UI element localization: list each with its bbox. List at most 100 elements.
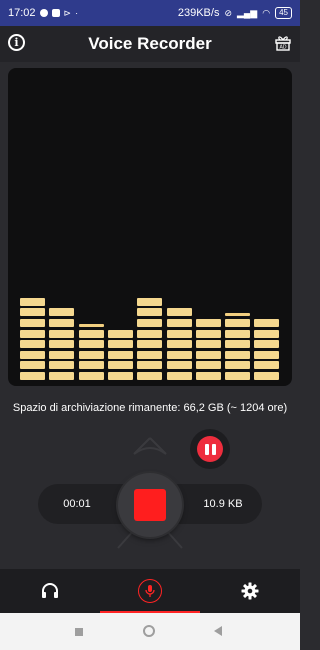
- nav-item-settings[interactable]: [200, 569, 300, 613]
- level-segment: [166, 319, 192, 327]
- level-segment: [49, 340, 75, 349]
- level-segment: [20, 361, 45, 370]
- level-segment: [137, 329, 163, 338]
- level-segment: [20, 319, 45, 327]
- level-column: [195, 280, 221, 380]
- battery-icon: 45: [275, 7, 292, 19]
- nav-item-record[interactable]: [100, 569, 200, 613]
- level-segment: [195, 340, 221, 349]
- storage-remaining-text: Spazio di archiviazione rimanente: 66,2 …: [12, 402, 288, 414]
- level-segment: [49, 308, 75, 317]
- notification-dot-icon: [39, 9, 48, 17]
- stop-square-icon: [134, 489, 166, 521]
- elapsed-time: 00:01: [63, 498, 91, 510]
- level-segment: [166, 340, 192, 349]
- recents-icon[interactable]: [75, 628, 83, 636]
- level-column: [137, 280, 163, 380]
- level-segment: [49, 329, 75, 338]
- level-segment: [137, 308, 163, 317]
- level-segment: [20, 372, 45, 380]
- file-size: 10.9 KB: [203, 498, 243, 510]
- level-column: [107, 280, 133, 380]
- level-segment: [107, 340, 133, 349]
- level-segment: [20, 308, 45, 317]
- alarm-off-icon: ⊘: [224, 7, 232, 18]
- level-segment: [20, 350, 45, 359]
- signal-icon: ▂▄▆: [237, 7, 258, 18]
- notification-app-icon: [51, 9, 60, 17]
- peak-marker: [78, 324, 104, 327]
- level-segment: [166, 350, 192, 359]
- level-segment: [107, 329, 133, 338]
- level-segment: [137, 340, 163, 349]
- level-segment: [78, 350, 104, 359]
- back-icon[interactable]: [214, 626, 222, 636]
- bottom-navigation: [0, 569, 300, 613]
- level-segment: [49, 350, 75, 359]
- level-segment: [107, 350, 133, 359]
- level-segment: [254, 372, 280, 380]
- level-segment: [49, 319, 75, 327]
- level-segment: [225, 340, 251, 349]
- app-bar: i Voice Recorder AD: [0, 26, 300, 62]
- level-segment: [195, 319, 221, 327]
- level-segment: [107, 372, 133, 380]
- level-segment: [137, 372, 163, 380]
- microphone-icon: [138, 579, 162, 603]
- level-segment: [195, 372, 221, 380]
- audio-level-visualizer: [8, 68, 292, 386]
- level-segment: [20, 340, 45, 349]
- level-segment: [78, 329, 104, 338]
- level-segment: [78, 361, 104, 370]
- level-segment: [225, 372, 251, 380]
- nav-item-recordings[interactable]: [0, 569, 100, 613]
- pause-button[interactable]: [197, 436, 223, 462]
- level-segment: [166, 372, 192, 380]
- page-title: Voice Recorder: [88, 34, 212, 53]
- stop-recording-button[interactable]: [118, 473, 182, 537]
- level-segment: [254, 350, 280, 359]
- level-segment: [254, 329, 280, 338]
- level-segment: [137, 361, 163, 370]
- level-column: [20, 280, 45, 380]
- svg-text:AD: AD: [280, 45, 287, 51]
- info-icon[interactable]: i: [8, 34, 25, 51]
- level-segment: [254, 319, 280, 327]
- level-segment: [225, 350, 251, 359]
- status-bar: 17:02 ⊳ · 239KB/s ⊘ ▂▄▆ ◠ 45: [0, 0, 300, 26]
- level-segment: [195, 361, 221, 370]
- level-column: [78, 280, 104, 380]
- wifi-icon: ◠: [262, 7, 271, 18]
- level-segment: [166, 361, 192, 370]
- level-segment: [49, 372, 75, 380]
- ad-gift-icon[interactable]: AD: [274, 34, 292, 52]
- level-segment: [137, 319, 163, 327]
- level-column: [225, 280, 251, 380]
- level-segment: [225, 329, 251, 338]
- home-icon[interactable]: [143, 625, 155, 637]
- level-segment: [49, 361, 75, 370]
- level-column: [254, 280, 280, 380]
- level-segment: [20, 297, 45, 306]
- level-segment: [78, 340, 104, 349]
- level-segment: [225, 319, 251, 327]
- pause-icon: [204, 443, 209, 455]
- level-segment: [107, 361, 133, 370]
- level-segment: [78, 372, 104, 380]
- level-segment: [137, 297, 163, 306]
- pause-icon-bar: [211, 443, 216, 455]
- level-segment: [137, 350, 163, 359]
- network-speed: 239KB/s: [177, 7, 220, 19]
- level-segment: [254, 361, 280, 370]
- peak-marker: [225, 313, 251, 317]
- level-column: [49, 280, 75, 380]
- headphones-icon: [42, 583, 58, 598]
- status-time: 17:02: [8, 7, 36, 19]
- notification-play-icon: ⊳: [63, 7, 72, 18]
- notification-more-icon: ·: [75, 8, 79, 18]
- system-navigation-bar: [0, 613, 300, 650]
- gear-icon: [241, 582, 259, 600]
- pause-button-wrapper: [190, 429, 230, 469]
- level-segment: [195, 350, 221, 359]
- level-segment: [254, 340, 280, 349]
